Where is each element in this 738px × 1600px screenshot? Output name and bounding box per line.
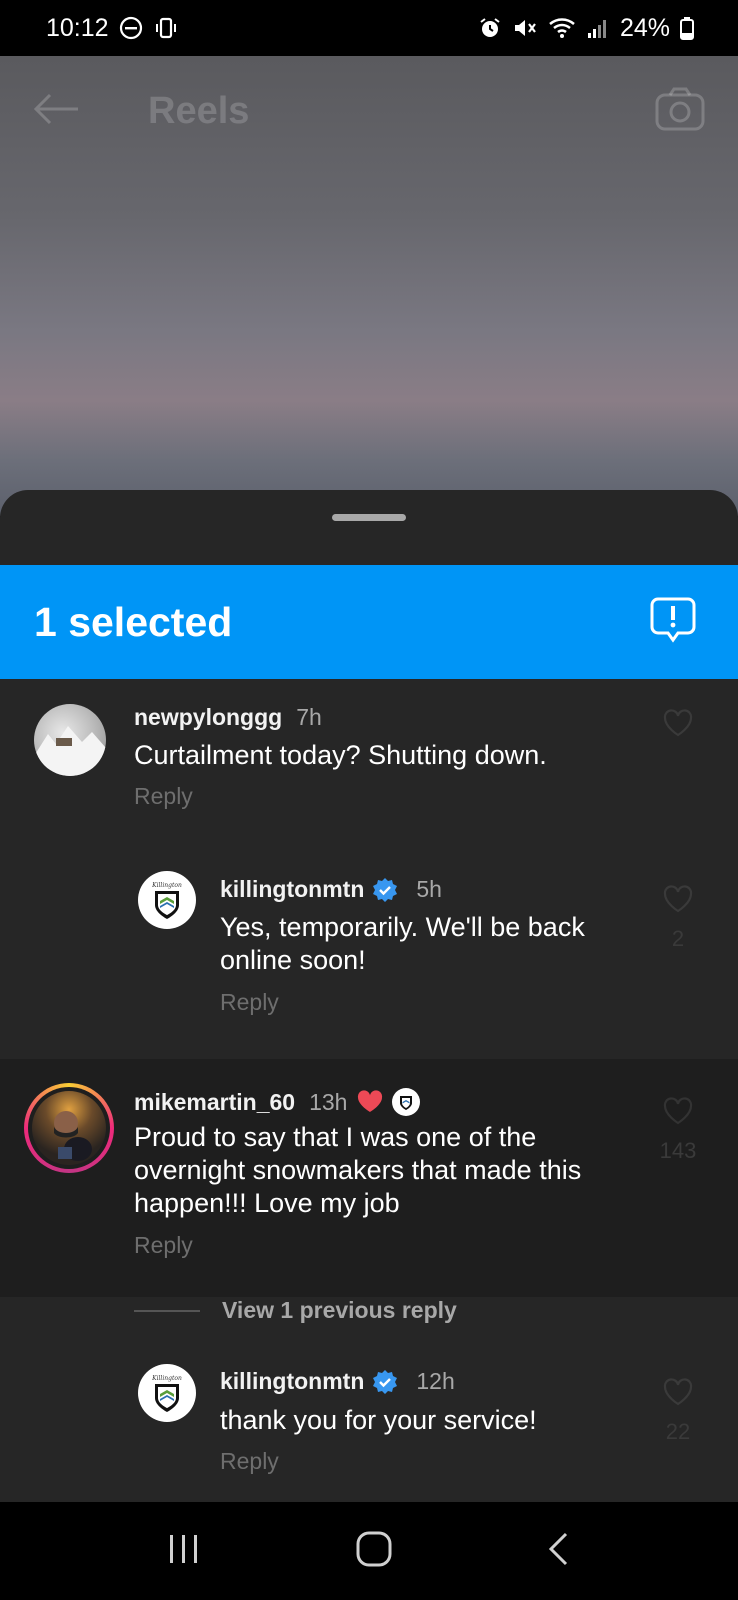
comment-item-selected[interactable]: mikemartin_60 13h Proud to say that I wa… — [0, 1059, 738, 1297]
reply-button[interactable]: Reply — [134, 1232, 193, 1259]
system-nav-bar — [0, 1502, 738, 1600]
battery-percent: 24% — [619, 13, 670, 42]
comment-username[interactable]: newpylonggg — [134, 704, 282, 731]
avatar-story-ring[interactable] — [24, 1083, 114, 1173]
selected-count: 1 selected — [34, 598, 233, 645]
comment-text: Proud to say that I was one of the overn… — [134, 1122, 582, 1218]
comment-item[interactable]: newpylonggg 7h Curtailment today? Shutti… — [0, 679, 738, 859]
comment-username[interactable]: killingtonmtn — [220, 876, 364, 903]
vibrate-icon — [153, 16, 179, 40]
do-not-disturb-icon — [119, 16, 143, 40]
signal-icon — [586, 16, 610, 40]
heart-outline-icon[interactable] — [663, 885, 693, 918]
reels-title: Reels — [148, 89, 250, 132]
view-previous-replies[interactable]: View 1 previous reply — [134, 1297, 457, 1324]
creator-liked-heart-icon — [357, 1090, 383, 1114]
wifi-icon — [548, 16, 576, 40]
comment-time: 7h — [296, 704, 322, 730]
comment-username[interactable]: mikemartin_60 — [134, 1089, 295, 1116]
comment-item[interactable]: Killington killingtonmtn 5h Yes, tempora… — [0, 859, 738, 1059]
heart-outline-icon[interactable] — [663, 1097, 693, 1130]
heart-outline-icon[interactable] — [663, 709, 693, 742]
creator-avatar-icon — [391, 1087, 421, 1117]
back-arrow-icon[interactable] — [32, 91, 80, 132]
recent-apps-icon[interactable] — [166, 1532, 202, 1571]
divider-line — [134, 1309, 200, 1312]
comment-text: Curtailment today? Shutting down. — [134, 740, 547, 770]
reply-button[interactable]: Reply — [220, 1448, 279, 1475]
avatar[interactable] — [34, 704, 106, 776]
comment-time: 13h — [309, 1088, 348, 1115]
avatar[interactable]: Killington — [138, 871, 196, 929]
status-time: 10:12 — [46, 13, 109, 42]
avatar[interactable]: Killington — [138, 1364, 196, 1422]
home-icon[interactable] — [355, 1530, 393, 1573]
svg-text:Killington: Killington — [151, 1375, 182, 1382]
back-icon[interactable] — [546, 1531, 572, 1572]
selection-bar: 1 selected — [0, 565, 738, 679]
like-count: 2 — [671, 926, 685, 951]
view-previous-label: View 1 previous reply — [222, 1297, 457, 1323]
comment-text: thank you for your service! — [220, 1405, 537, 1435]
battery-icon — [680, 16, 694, 40]
report-icon[interactable] — [650, 597, 696, 648]
comments-sheet: 1 selected newpylonggg 7h Curtailment to… — [0, 490, 738, 1502]
sheet-drag-handle[interactable] — [332, 514, 406, 521]
reply-button[interactable]: Reply — [220, 989, 279, 1016]
reply-button[interactable]: Reply — [134, 783, 193, 810]
like-count: 143 — [659, 1138, 697, 1163]
verified-badge-icon — [372, 1369, 398, 1395]
mute-icon — [512, 16, 538, 40]
comment-text: Yes, temporarily. We'll be back online s… — [220, 912, 585, 975]
reels-header: Reels — [0, 56, 738, 166]
comment-username[interactable]: killingtonmtn — [220, 1368, 364, 1395]
svg-text:Killington: Killington — [151, 882, 182, 889]
status-bar: 10:12 24% — [0, 0, 738, 56]
like-count: 22 — [665, 1419, 691, 1444]
verified-badge-icon — [372, 877, 398, 903]
comment-item[interactable]: Killington killingtonmtn 12h thank you f… — [0, 1352, 738, 1502]
camera-icon[interactable] — [654, 85, 706, 138]
comment-time: 5h — [416, 876, 442, 902]
heart-outline-icon[interactable] — [663, 1378, 693, 1411]
alarm-icon — [478, 16, 502, 40]
comment-time: 12h — [416, 1368, 455, 1394]
